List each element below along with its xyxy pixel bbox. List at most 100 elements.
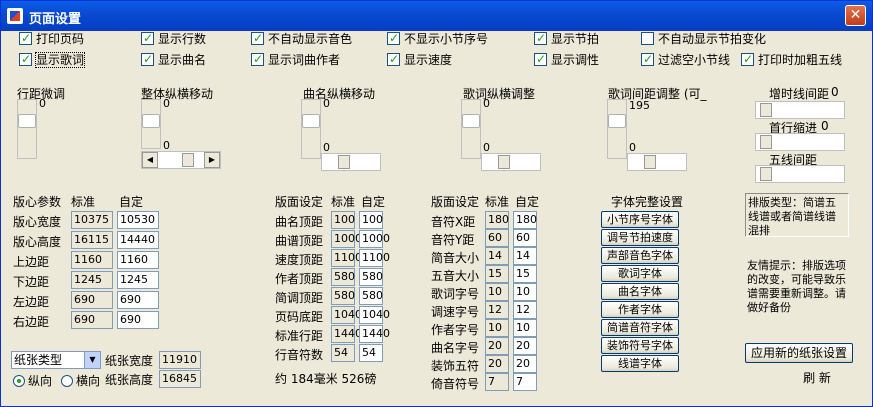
staff-spacing-slider[interactable] [755,165,845,183]
table-custom-field[interactable]: 12 [513,301,537,319]
paper-width-field[interactable]: 11910 [159,351,201,369]
checkbox-box[interactable] [641,51,654,67]
checkbox-box[interactable] [141,30,154,46]
table-std-field: 7 [485,373,509,391]
table-custom-field[interactable]: 690 [117,291,159,309]
checkbox-option[interactable]: 不自动显示节拍变化 [641,31,766,47]
checkbox-box[interactable] [141,51,154,67]
checkbox-box[interactable] [534,51,547,67]
table-std-field: 690 [71,291,113,309]
checkbox-box[interactable] [534,30,547,46]
font-setting-button[interactable]: 声部音色字体 [601,247,679,264]
table-std-field: 20 [485,337,509,355]
checkbox-box[interactable] [19,51,32,67]
table-std-field: 1245 [71,271,113,289]
portrait-radio[interactable]: 纵向 [13,373,52,389]
title-bar[interactable]: 页面设置 ✕ [1,1,872,31]
checkbox-box[interactable] [251,30,264,46]
table-header-std: 标准 [331,195,356,209]
paper-height-field[interactable]: 16845 [159,370,201,388]
checkbox-option[interactable]: 显示曲名 [141,51,206,68]
apply-paper-button[interactable]: 应用新的纸张设置 [745,343,853,363]
checkbox-option[interactable]: 打印页码 [19,30,84,47]
line-spacing-slider[interactable] [17,99,37,159]
font-setting-button[interactable]: 线谱字体 [601,355,679,372]
scroll-left-icon[interactable]: ◀ [142,152,158,168]
checkbox-box[interactable] [387,51,400,67]
lyrics-spacing-horizontal-slider[interactable] [627,153,687,171]
extend-line-spacing-label: 增时线间距 [769,87,830,101]
refresh-button[interactable]: 刷 新 [791,369,843,389]
font-setting-button[interactable]: 作者字体 [601,301,679,318]
table-custom-field[interactable]: 10 [513,319,537,337]
table-custom-field[interactable]: 7 [513,373,537,391]
checkbox-option[interactable]: 打印时加粗五线 [741,51,842,68]
font-setting-button[interactable]: 曲名字体 [601,283,679,300]
layout-type-info: 排版类型：简谱五线谱或者简谱线谱混排 [745,193,849,237]
scroll-right-icon[interactable]: ▶ [204,152,220,168]
table-custom-field[interactable]: 54 [359,344,383,362]
title-vertical-slider[interactable] [301,99,321,159]
checkbox-box[interactable] [641,32,654,45]
table-header-custom: 自定 [361,195,386,209]
font-setting-button[interactable]: 装饰符号字体 [601,337,679,354]
table-custom-field[interactable]: 10530 [117,211,159,229]
font-setting-button[interactable]: 调号节拍速度 [601,229,679,246]
checkbox-box[interactable] [741,51,754,67]
overall-vertical-slider[interactable] [141,99,161,149]
paper-type-select[interactable]: 纸张类型 ▼ [11,351,101,369]
title-v-value: 0 [323,97,330,110]
table-custom-field[interactable]: 20 [513,355,537,373]
checkbox-box[interactable] [19,30,32,46]
font-setting-button[interactable]: 小节序号字体 [601,211,679,228]
checkbox-option[interactable]: 显示词曲作者 [251,51,340,68]
table-std-field: 580 [331,268,355,286]
font-setting-button[interactable]: 简谱音符字体 [601,319,679,336]
table-custom-field[interactable]: 1100 [359,249,390,267]
table-custom-field[interactable]: 1040 [359,306,390,324]
chevron-down-icon[interactable]: ▼ [84,352,100,368]
table-custom-field[interactable]: 10 [513,283,537,301]
lyrics-horizontal-slider[interactable] [481,153,541,171]
checkbox-option[interactable]: 显示歌词 [19,51,86,68]
table-custom-field[interactable]: 1160 [117,251,159,269]
checkbox-box[interactable] [387,30,400,46]
landscape-radio[interactable]: 横向 [61,373,100,389]
table-custom-field[interactable]: 580 [359,268,383,286]
checkbox-option[interactable]: 显示速度 [387,51,452,68]
table-custom-field[interactable]: 60 [513,229,537,247]
table-custom-field[interactable]: 15 [513,265,537,283]
lyrics-vertical-slider[interactable] [461,99,481,159]
lyrics-spacing-vertical-slider[interactable] [607,99,627,159]
table-custom-field[interactable]: 580 [359,287,383,305]
checkbox-option[interactable]: 不自动显示音色 [251,30,352,47]
title-horizontal-slider[interactable] [321,153,381,171]
font-setting-button[interactable]: 歌词字体 [601,265,679,282]
table-custom-field[interactable]: 1245 [117,271,159,289]
table-custom-field[interactable]: 1000 [359,230,390,248]
table-custom-field[interactable]: 14440 [117,231,159,249]
checkbox-box[interactable] [251,51,264,67]
table-std-field: 16115 [71,231,113,249]
table-row-label: 行音符数 [275,348,324,362]
checkbox-option[interactable]: 过滤空小节线 [641,51,730,68]
table-std-field: 14 [485,247,509,265]
paper-height-label: 纸张高度 [105,373,154,387]
overall-horizontal-slider[interactable]: ◀ ▶ [141,151,221,169]
table-custom-field[interactable]: 690 [117,311,159,329]
table-row-label: 曲谱顶距 [275,234,324,248]
first-indent-slider[interactable] [755,133,845,151]
table-custom-field[interactable]: 1440 [359,325,390,343]
extend-line-spacing-slider[interactable] [755,101,845,119]
table-custom-field[interactable]: 100 [359,211,383,229]
table-custom-field[interactable]: 14 [513,247,537,265]
table-std-field: 690 [71,311,113,329]
checkbox-option[interactable]: 显示行数 [141,30,206,47]
table-std-field: 180 [485,211,509,229]
table-custom-field[interactable]: 180 [513,211,537,229]
close-button[interactable]: ✕ [845,5,866,26]
checkbox-option[interactable]: 显示节拍 [534,30,599,47]
table-custom-field[interactable]: 20 [513,337,537,355]
checkbox-option[interactable]: 不显示小节序号 [387,30,488,47]
checkbox-option[interactable]: 显示调性 [534,51,599,68]
